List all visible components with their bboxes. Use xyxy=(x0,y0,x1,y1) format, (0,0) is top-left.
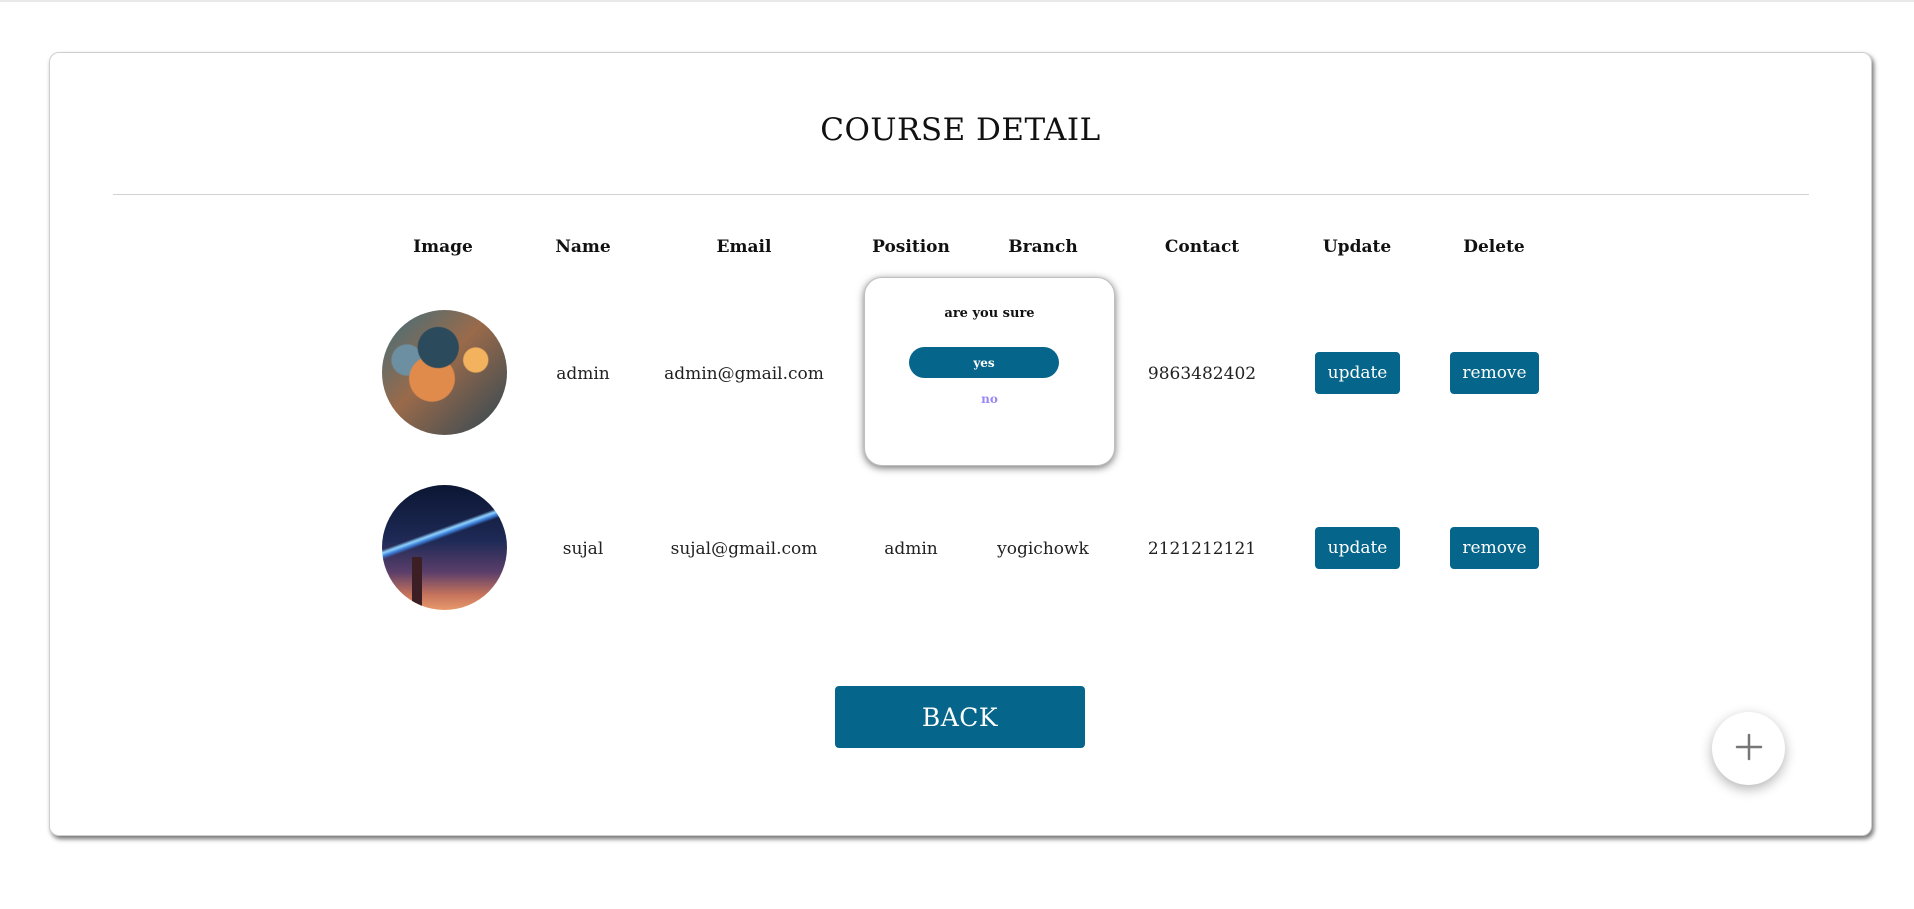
remove-button[interactable]: remove xyxy=(1450,527,1539,569)
title-divider xyxy=(113,194,1809,195)
back-button[interactable]: BACK xyxy=(835,686,1085,748)
row-contact: 2121212121 xyxy=(1147,539,1257,559)
header-position: Position xyxy=(872,237,950,257)
confirm-message: are you sure xyxy=(944,306,1035,321)
row-branch: yogichowk xyxy=(997,539,1089,559)
header-name: Name xyxy=(555,237,611,257)
add-button[interactable] xyxy=(1712,712,1785,785)
confirm-no-link[interactable]: no xyxy=(865,392,1114,406)
update-button[interactable]: update xyxy=(1315,527,1400,569)
header-contact: Contact xyxy=(1164,237,1240,257)
row-name: admin xyxy=(556,364,610,384)
avatar xyxy=(382,310,507,435)
plus-icon xyxy=(1734,732,1764,766)
header-update: Update xyxy=(1322,237,1392,257)
row-email: sujal@gmail.com xyxy=(670,539,818,559)
remove-button[interactable]: remove xyxy=(1450,352,1539,394)
header-image: Image xyxy=(413,237,473,257)
course-detail-card: COURSE DETAIL Image Name Email Position … xyxy=(49,52,1872,836)
confirm-yes-button[interactable]: yes xyxy=(909,347,1059,378)
confirm-dialog: are you sure yes no xyxy=(864,277,1115,466)
top-border xyxy=(0,0,1914,2)
row-contact: 9863482402 xyxy=(1147,364,1257,384)
page-title: COURSE DETAIL xyxy=(820,112,1101,148)
update-button[interactable]: update xyxy=(1315,352,1400,394)
row-name: sujal xyxy=(562,539,604,559)
avatar-tower-shape xyxy=(412,557,422,610)
avatar xyxy=(382,485,507,610)
header-delete: Delete xyxy=(1463,237,1525,257)
row-position: admin xyxy=(884,539,938,559)
row-email: admin@gmail.com xyxy=(664,364,824,384)
header-email: Email xyxy=(716,237,772,257)
header-branch: Branch xyxy=(1008,237,1078,257)
